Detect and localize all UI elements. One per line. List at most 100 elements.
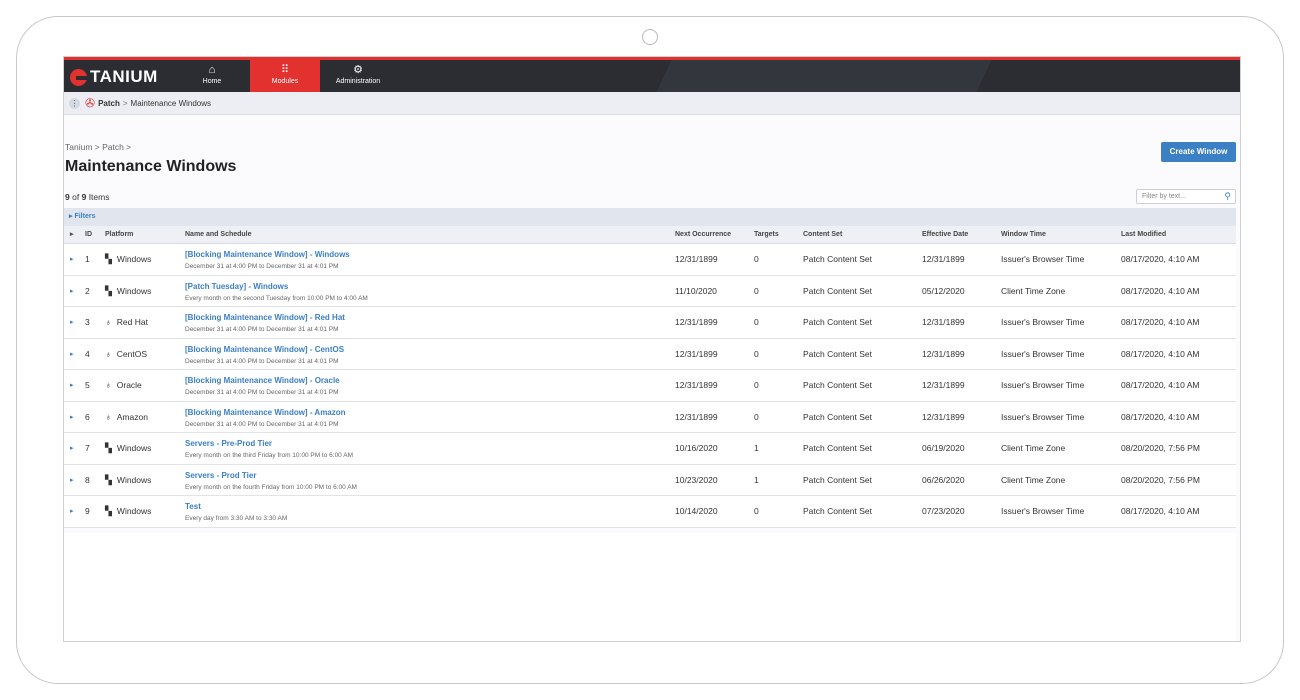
col-next-occurrence[interactable]: Next Occurrence — [675, 226, 731, 244]
linux-icon: ♁ — [105, 348, 112, 359]
windows-icon: ▚ — [105, 254, 112, 264]
row-window-time: Issuer's Browser Time — [1001, 348, 1085, 359]
row-content-set: Patch Content Set — [803, 380, 872, 390]
window-schedule: Every month on the fourth Friday from 10… — [185, 483, 357, 491]
window-schedule: Every day from 3:30 AM to 3:30 AM — [185, 515, 288, 522]
patch-icon: ✇ — [85, 96, 96, 110]
row-next-occurrence: 12/31/1899 — [675, 254, 718, 264]
item-count: 9 of 9 Items — [65, 192, 110, 202]
table-row[interactable]: ▸ 5 ♁ Oracle [Blocking Maintenance Window] -… — [64, 370, 1236, 402]
table-header: ▸ ID Platform Name and Schedule Next Occ… — [64, 226, 1236, 244]
table-row[interactable]: ▸ 3 ♁ Red Hat [Blocking Maintenance Window] … — [64, 307, 1236, 339]
row-effective-date: 06/26/2020 — [922, 474, 965, 485]
app-screen: TANIUM ⌂ Home ⠿ Modules ⚙ Administration… — [63, 56, 1241, 642]
row-platform: ▚ Windows — [105, 474, 152, 485]
window-name-link[interactable]: [Blocking Maintenance Window] - Windows — [185, 250, 350, 259]
table-row[interactable]: ▸ 8 ▚ Windows Servers - Prod Tier Every month… — [64, 464, 1236, 496]
row-id: 7 — [85, 443, 90, 453]
expand-row-icon[interactable]: ▸ — [70, 465, 74, 496]
expand-row-icon[interactable]: ▸ — [70, 276, 74, 307]
col-platform[interactable]: Platform — [105, 226, 133, 244]
window-name-link[interactable]: [Patch Tuesday] - Windows — [185, 282, 288, 291]
nav-administration[interactable]: ⚙ Administration — [323, 60, 393, 92]
row-name-schedule: [Blocking Maintenance Window] - Amazon De… — [185, 407, 346, 430]
row-effective-date: 05/12/2020 — [922, 285, 965, 296]
row-next-occurrence: 12/31/1899 — [675, 317, 718, 327]
nav-home-label: Home — [202, 78, 222, 85]
row-targets: 0 — [754, 285, 759, 296]
filter-input[interactable]: Filter by text... ⚲ — [1136, 189, 1236, 204]
table-row[interactable]: ▸ 7 ▚ Windows Servers - Pre-Prod Tier Every m… — [64, 433, 1236, 465]
window-schedule: December 31 at 4:00 PM to December 31 at… — [185, 357, 339, 365]
expand-all-icon[interactable]: ▸ — [70, 226, 74, 244]
row-content-set: Patch Content Set — [803, 254, 872, 264]
window-schedule: December 31 at 4:00 PM to December 31 at… — [185, 389, 339, 396]
row-next-occurrence: 12/31/1899 — [675, 380, 718, 390]
expand-row-icon[interactable]: ▸ — [70, 402, 74, 433]
col-id[interactable]: ID — [85, 226, 92, 244]
row-next-occurrence: 11/10/2020 — [675, 285, 717, 296]
table-row[interactable]: ▸ 6 ♁ Amazon [Blocking Maintenance Window] -… — [64, 401, 1236, 433]
row-platform: ▚ Windows — [105, 254, 152, 264]
col-name[interactable]: Name and Schedule — [185, 226, 252, 244]
window-schedule: Every month on the third Friday from 10:… — [185, 452, 353, 459]
window-name-link[interactable]: [Blocking Maintenance Window] - Red Hat — [185, 313, 345, 322]
row-targets: 0 — [754, 317, 759, 327]
table-row[interactable]: ▸ 4 ♁ CentOS [Blocking Maintenance Window] -… — [64, 338, 1236, 370]
tanium-logo[interactable]: TANIUM — [70, 67, 158, 87]
row-content-set: Patch Content Set — [803, 506, 872, 516]
row-id: 3 — [85, 317, 90, 327]
windows-icon: ▚ — [105, 285, 112, 296]
expand-row-icon[interactable]: ▸ — [70, 307, 74, 338]
filters-toggle[interactable]: ▸ Filters — [64, 208, 1236, 226]
row-last-modified: 08/20/2020, 7:56 PM — [1121, 443, 1200, 453]
page-breadcrumb[interactable]: Tanium > Patch > — [65, 142, 131, 152]
expand-row-icon[interactable]: ▸ — [70, 370, 74, 401]
row-platform: ♁ Oracle — [105, 380, 142, 390]
table-row[interactable]: ▸ 1 ▚ Windows [Blocking Maintenance Window] … — [64, 244, 1236, 276]
col-targets[interactable]: Targets — [754, 226, 779, 244]
row-id: 9 — [85, 506, 90, 516]
table-row[interactable]: ▸ 9 ▚ Windows Test Every day from 3:30 AM to … — [64, 496, 1236, 528]
row-content-set: Patch Content Set — [803, 411, 872, 422]
col-last-modified[interactable]: Last Modified — [1121, 226, 1166, 244]
row-content-set: Patch Content Set — [803, 348, 872, 359]
kebab-menu-icon[interactable]: ⋮ — [69, 97, 80, 109]
row-platform: ♁ Amazon — [105, 411, 148, 422]
window-name-link[interactable]: [Blocking Maintenance Window] - Amazon — [185, 408, 346, 417]
expand-row-icon[interactable]: ▸ — [70, 433, 74, 464]
row-last-modified: 08/17/2020, 4:10 AM — [1121, 506, 1200, 516]
expand-row-icon[interactable]: ▸ — [70, 244, 74, 275]
window-name-link[interactable]: [Blocking Maintenance Window] - Oracle — [185, 376, 340, 385]
windows-icon: ▚ — [105, 443, 112, 453]
row-last-modified: 08/20/2020, 7:56 PM — [1121, 474, 1200, 485]
row-name-schedule: [Blocking Maintenance Window] - CentOS De… — [185, 344, 344, 367]
window-name-link[interactable]: Servers - Pre-Prod Tier — [185, 439, 272, 448]
window-name-link[interactable]: [Blocking Maintenance Window] - CentOS — [185, 345, 344, 354]
expand-row-icon[interactable]: ▸ — [70, 496, 74, 527]
col-content-set[interactable]: Content Set — [803, 226, 842, 244]
row-content-set: Patch Content Set — [803, 474, 872, 485]
row-effective-date: 06/19/2020 — [922, 443, 965, 453]
windows-icon: ▚ — [105, 474, 112, 485]
row-effective-date: 12/31/1899 — [922, 317, 965, 327]
col-effective-date[interactable]: Effective Date — [922, 226, 968, 244]
window-name-link[interactable]: Servers - Prod Tier — [185, 471, 256, 480]
row-id: 4 — [85, 348, 90, 359]
breadcrumb-module[interactable]: Patch — [98, 99, 120, 108]
window-name-link[interactable]: Test — [185, 502, 201, 511]
window-schedule: December 31 at 4:00 PM to December 31 at… — [185, 263, 339, 270]
row-targets: 0 — [754, 506, 759, 516]
table-row[interactable]: ▸ 2 ▚ Windows [Patch Tuesday] - Windows Every… — [64, 275, 1236, 307]
col-window-time[interactable]: Window Time — [1001, 226, 1046, 244]
nav-modules[interactable]: ⠿ Modules — [250, 60, 320, 92]
row-last-modified: 08/17/2020, 4:10 AM — [1121, 254, 1200, 264]
window-schedule: Every month on the second Tuesday from 1… — [185, 294, 368, 302]
row-name-schedule: Test Every day from 3:30 AM to 3:30 AM — [185, 501, 287, 524]
window-schedule: December 31 at 4:00 PM to December 31 at… — [185, 420, 339, 428]
row-window-time: Issuer's Browser Time — [1001, 317, 1085, 327]
nav-home[interactable]: ⌂ Home — [177, 60, 247, 92]
search-icon[interactable]: ⚲ — [1224, 190, 1231, 203]
create-window-button[interactable]: Create Window — [1161, 142, 1236, 162]
expand-row-icon[interactable]: ▸ — [70, 339, 74, 370]
